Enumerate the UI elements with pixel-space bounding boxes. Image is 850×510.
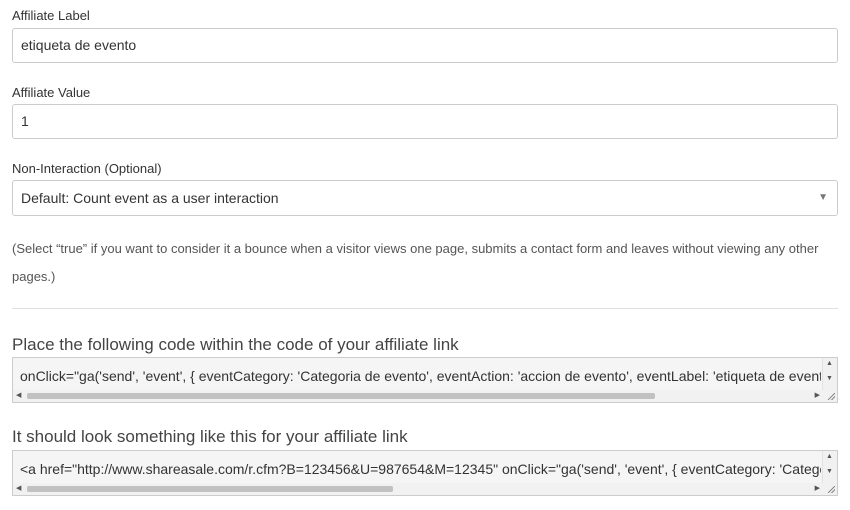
vertical-scrollbar[interactable]: ▲ ▼	[822, 451, 837, 483]
resize-handle-icon[interactable]	[823, 390, 837, 402]
non-interaction-label: Non-Interaction (Optional)	[12, 161, 162, 176]
scroll-up-icon[interactable]: ▲	[826, 360, 833, 367]
dropdown-arrow-icon: ▼	[818, 192, 828, 203]
horizontal-scrollbar[interactable]: ◀ ▶	[13, 483, 823, 495]
scroll-left-icon[interactable]: ◀	[16, 391, 21, 399]
example-section-title: It should look something like this for y…	[12, 427, 408, 446]
scroll-down-icon[interactable]: ▼	[826, 375, 833, 382]
code-snippet: onClick="ga('send', 'event', { eventCate…	[20, 368, 821, 384]
scroll-left-icon[interactable]: ◀	[16, 484, 21, 492]
bounce-help-text: (Select “true” if you want to consider i…	[12, 241, 819, 284]
code-textarea[interactable]: onClick="ga('send', 'event', { eventCate…	[12, 357, 838, 403]
example-snippet: <a href="http://www.shareasale.com/r.cfm…	[20, 461, 821, 477]
example-textarea[interactable]: <a href="http://www.shareasale.com/r.cfm…	[12, 450, 838, 496]
scroll-right-icon[interactable]: ▶	[815, 391, 820, 399]
affiliate-value-input[interactable]	[12, 104, 838, 139]
non-interaction-select[interactable]: Default: Count event as a user interacti…	[12, 180, 838, 216]
section-divider	[12, 308, 838, 309]
affiliate-label-input[interactable]	[12, 28, 838, 63]
vertical-scrollbar[interactable]: ▲ ▼	[822, 358, 837, 390]
resize-handle-icon[interactable]	[823, 483, 837, 495]
affiliate-value-label: Affiliate Value	[12, 85, 91, 100]
scroll-up-icon[interactable]: ▲	[826, 453, 833, 460]
scroll-down-icon[interactable]: ▼	[826, 468, 833, 475]
code-section-title: Place the following code within the code…	[12, 335, 459, 354]
non-interaction-selected-value: Default: Count event as a user interacti…	[21, 190, 279, 206]
horizontal-scroll-thumb[interactable]	[27, 486, 393, 492]
affiliate-label-label: Affiliate Label	[12, 8, 90, 23]
horizontal-scroll-thumb[interactable]	[27, 393, 655, 399]
scroll-right-icon[interactable]: ▶	[815, 484, 820, 492]
horizontal-scrollbar[interactable]: ◀ ▶	[13, 390, 823, 402]
